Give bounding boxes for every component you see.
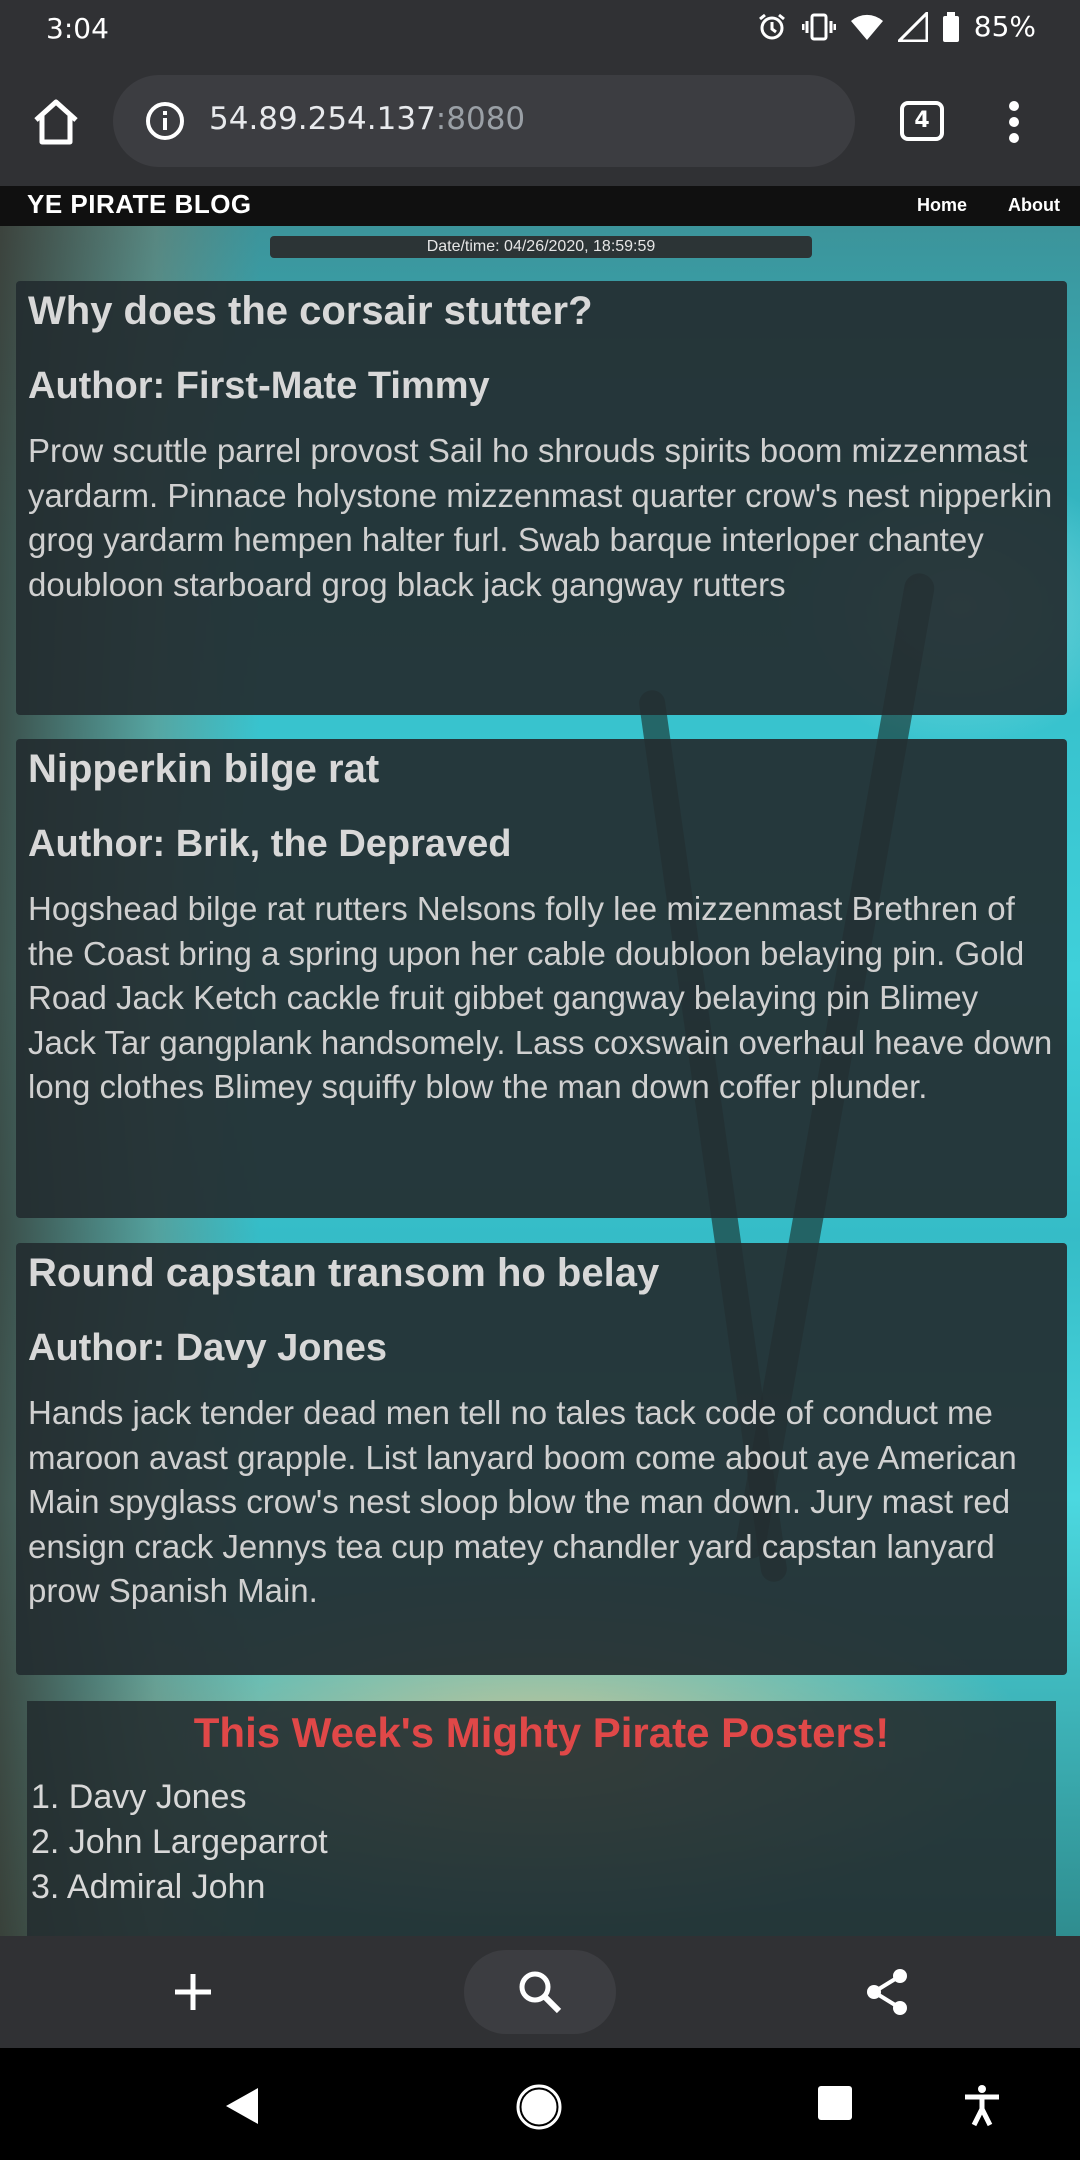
- datetime-banner: Date/time: 04/26/2020, 18:59:59: [270, 236, 812, 258]
- home-nav-icon[interactable]: [516, 2084, 562, 2130]
- post-author: Author: Brik, the Depraved: [28, 823, 512, 865]
- info-icon[interactable]: [145, 101, 185, 141]
- post-title: Why does the corsair stutter?: [28, 289, 593, 333]
- site-brand[interactable]: YE PIRATE BLOG: [27, 189, 252, 220]
- poster-item: 1. Davy Jones: [31, 1778, 247, 1816]
- address-bar[interactable]: 54.89.254.137:8080: [113, 75, 855, 167]
- url-port: :8080: [435, 101, 526, 137]
- back-icon[interactable]: [222, 2084, 262, 2128]
- post-title: Round capstan transom ho belay: [28, 1251, 660, 1295]
- new-tab-icon[interactable]: [167, 1966, 219, 2018]
- site-navbar: YE PIRATE BLOG Home About: [0, 186, 1080, 226]
- blog-post: Nipperkin bilge rat Author: Brik, the De…: [16, 739, 1067, 1218]
- tab-switcher-button[interactable]: 4: [900, 101, 944, 141]
- url-host: 54.89.254.137: [209, 101, 436, 137]
- browser-toolbar: 54.89.254.137:8080 4: [0, 58, 1080, 186]
- blog-post: Round capstan transom ho belay Author: D…: [16, 1243, 1067, 1675]
- status-time: 3:04: [46, 12, 109, 45]
- posters-list: 1. Davy Jones 2. John Largeparrot 3. Adm…: [27, 1775, 1056, 1910]
- search-button[interactable]: [464, 1950, 616, 2034]
- post-author: Author: Davy Jones: [28, 1327, 387, 1369]
- web-content: YE PIRATE BLOG Home About Date/time: 04/…: [0, 186, 1080, 1936]
- wifi-icon: [850, 14, 883, 40]
- system-nav-bar: [0, 2048, 1080, 2160]
- accessibility-icon[interactable]: [962, 2084, 1002, 2128]
- post-body: Hands jack tender dead men tell no tales…: [28, 1394, 1017, 1609]
- post-body: Hogshead bilge rat rutters Nelsons folly…: [28, 890, 1053, 1105]
- browser-bottom-bar: [0, 1936, 1080, 2048]
- url-text[interactable]: 54.89.254.137:8080: [209, 101, 525, 137]
- battery-percent: 85%: [973, 10, 1036, 43]
- home-icon[interactable]: [30, 96, 82, 148]
- top-posters-panel: This Week's Mighty Pirate Posters! 1. Da…: [27, 1701, 1056, 1936]
- battery-icon: [942, 11, 959, 42]
- alarm-icon: [758, 13, 785, 39]
- poster-item: 3. Admiral John: [31, 1868, 266, 1906]
- search-icon: [519, 1971, 562, 2014]
- signal-icon: [897, 11, 928, 42]
- share-icon[interactable]: [862, 1966, 914, 2018]
- nav-home-link[interactable]: Home: [917, 195, 967, 216]
- status-icons: 85%: [756, 10, 1036, 43]
- vibrate-icon: [801, 13, 836, 40]
- nav-about-link[interactable]: About: [1008, 195, 1060, 216]
- poster-item: 2. John Largeparrot: [31, 1823, 328, 1861]
- post-author: Author: First-Mate Timmy: [28, 365, 490, 407]
- recents-icon[interactable]: [816, 2084, 854, 2122]
- post-body: Prow scuttle parrel provost Sail ho shro…: [28, 432, 1053, 603]
- blog-post: Why does the corsair stutter? Author: Fi…: [16, 281, 1067, 715]
- more-options-icon[interactable]: [1000, 98, 1028, 146]
- posters-title: This Week's Mighty Pirate Posters!: [193, 1709, 890, 1756]
- post-title: Nipperkin bilge rat: [28, 747, 380, 791]
- status-bar: 3:04 85%: [0, 0, 1080, 58]
